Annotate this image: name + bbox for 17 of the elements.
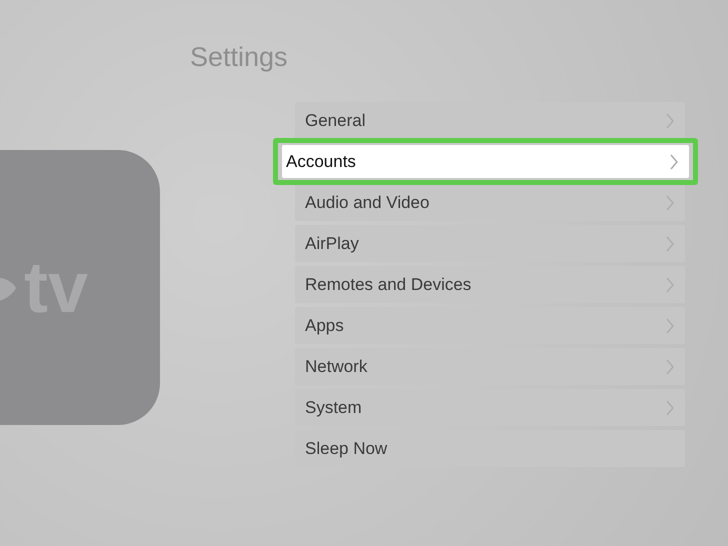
settings-item[interactable]: Accounts — [282, 145, 689, 178]
page-title: Settings — [190, 41, 289, 74]
settings-item[interactable]: Apps — [295, 307, 685, 344]
chevron-right-icon — [665, 194, 675, 210]
chevron-right-icon — [665, 236, 675, 252]
chevron-right-icon — [665, 318, 675, 334]
chevron-right-icon — [665, 276, 675, 292]
settings-item[interactable]: AirPlay — [295, 225, 685, 262]
settings-item[interactable]: Remotes and Devices — [295, 266, 685, 303]
settings-item[interactable]: System — [295, 389, 685, 426]
settings-item[interactable]: Audio and Video — [295, 184, 685, 221]
settings-item[interactable]: Network — [295, 348, 685, 385]
settings-item[interactable]: General — [295, 102, 685, 139]
chevron-right-icon — [665, 112, 675, 128]
chevron-right-icon — [665, 358, 675, 374]
chevron-right-icon — [665, 400, 675, 416]
chevron-right-icon — [669, 154, 679, 170]
